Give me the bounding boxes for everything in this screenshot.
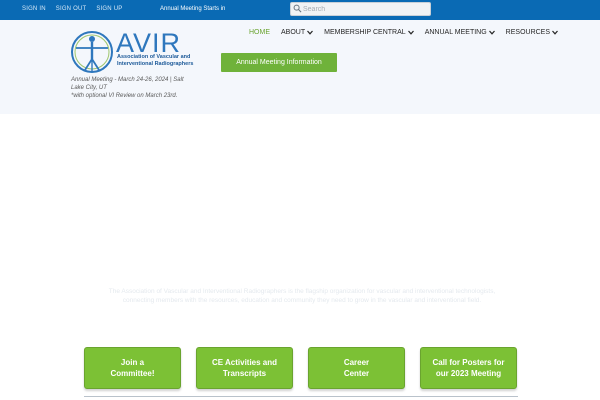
nav-item-label: ANNUAL MEETING	[424, 29, 487, 36]
sign-up-link[interactable]: SIGN UP	[96, 6, 122, 12]
quick-actions: Join a Committee! CE Activities and Transc…	[84, 347, 518, 389]
logo-subtitle: Association of Vascular and Intervention…	[117, 54, 217, 67]
action-label-line: Committee!	[110, 369, 155, 378]
sign-out-link[interactable]: SIGN OUT	[56, 6, 87, 12]
hero-description: The Association of Vascular and Interven…	[108, 288, 496, 304]
meeting-review-note: *with optional VI Review on March 23rd.	[71, 93, 178, 99]
action-label-line: Career	[343, 358, 370, 367]
action-label: CE Activities and Transcripts	[212, 357, 277, 379]
nav-item-resources[interactable]: RESOURCES	[506, 29, 558, 36]
nav-item-label: HOME	[249, 29, 270, 36]
chevron-down-icon	[307, 30, 314, 35]
countdown-label: Annual Meeting Starts in	[160, 6, 226, 12]
action-label: Call for Posters for our 2023 Meeting	[432, 357, 504, 379]
action-label-line: Join a	[120, 358, 145, 367]
top-bar: SIGN IN SIGN OUT SIGN UP Annual Meeting …	[0, 0, 600, 20]
search-icon	[293, 4, 302, 13]
search-input[interactable]	[303, 4, 428, 15]
meeting-note: Annual Meeting - March 24-26, 2024 | Sal…	[71, 76, 196, 100]
chevron-down-icon	[552, 30, 558, 35]
account-links: SIGN IN SIGN OUT SIGN UP	[22, 6, 122, 12]
nav-item-home[interactable]: HOME	[249, 29, 270, 36]
join-committee-button[interactable]: Join a Committee!	[84, 347, 181, 389]
ce-activities-button[interactable]: CE Activities and Transcripts	[196, 347, 293, 389]
nav-item-membership-central[interactable]: MEMBERSHIP CENTRAL	[324, 29, 414, 36]
action-label-line: CE Activities and	[211, 358, 278, 367]
section-divider	[84, 396, 518, 397]
logo-wordmark: AVIR	[116, 28, 182, 58]
action-label-line: Call for Posters for	[432, 358, 505, 367]
action-label: Career Center	[344, 357, 369, 379]
nav-item-about[interactable]: ABOUT	[281, 29, 314, 36]
nav-item-label: ABOUT	[281, 29, 306, 36]
nav-item-annual-meeting[interactable]: ANNUAL MEETING	[425, 29, 495, 36]
vitruvian-figure-icon	[71, 31, 113, 73]
avir-logo[interactable]: AVIR Association of Vascular and Interve…	[70, 30, 210, 74]
action-label-line: Center	[343, 369, 370, 378]
main-nav: HOME ABOUT MEMBERSHIP CENTRAL ANNUAL MEE…	[249, 29, 569, 36]
chevron-down-icon	[407, 30, 414, 35]
sign-in-link[interactable]: SIGN IN	[22, 6, 46, 12]
logo-subtitle-line: Interventional Radiographers	[117, 60, 194, 67]
career-center-button[interactable]: Career Center	[308, 347, 405, 389]
nav-item-label: MEMBERSHIP CENTRAL	[324, 29, 406, 36]
meeting-dates: Annual Meeting - March 24-26, 2024 | Sal…	[71, 77, 184, 91]
nav-item-label: RESOURCES	[505, 29, 551, 36]
chevron-down-icon	[488, 30, 495, 35]
call-for-posters-button[interactable]: Call for Posters for our 2023 Meeting	[420, 347, 517, 389]
annual-meeting-info-button[interactable]: Annual Meeting Information	[221, 53, 337, 72]
action-label-line: our 2023 Meeting	[435, 369, 502, 378]
search-box[interactable]	[290, 2, 431, 16]
action-label: Join a Committee!	[110, 357, 154, 379]
action-label-line: Transcripts	[222, 369, 267, 378]
